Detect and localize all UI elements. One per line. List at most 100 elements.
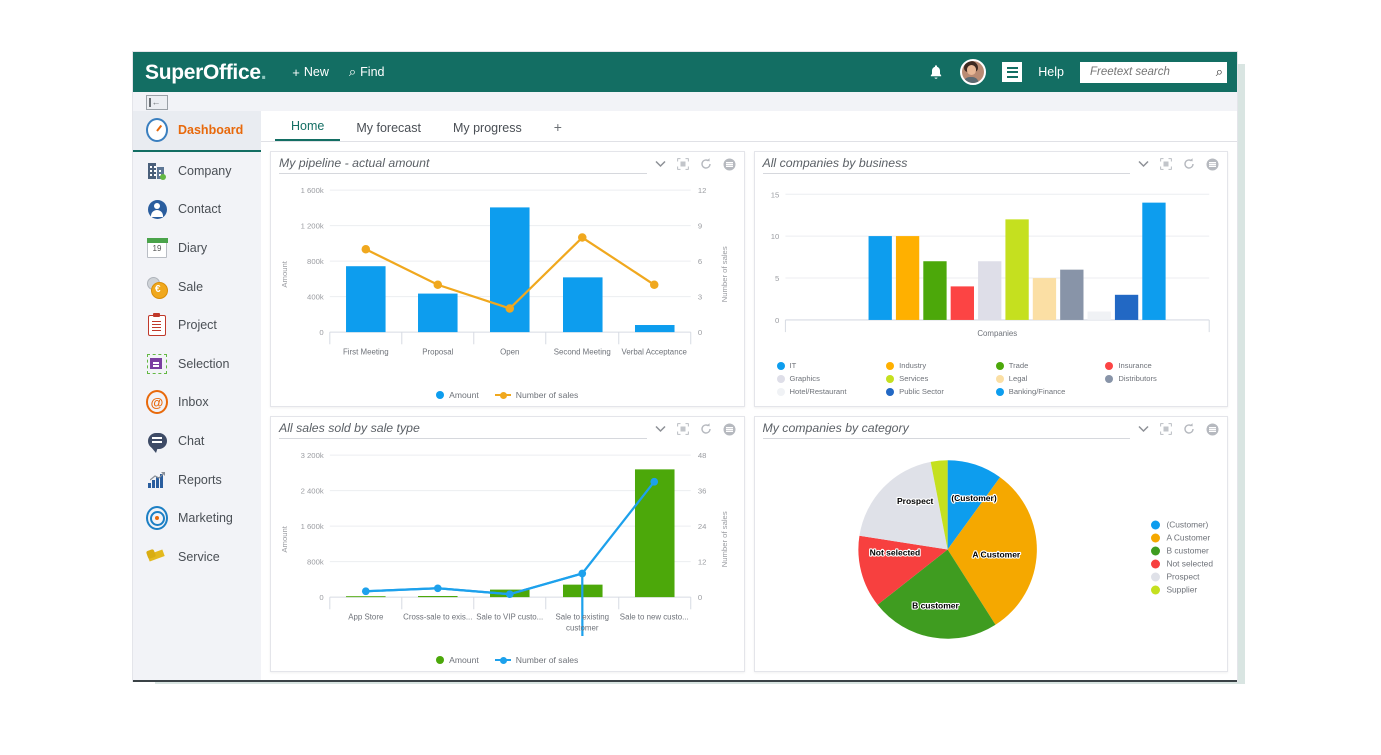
svg-text:2 400k: 2 400k <box>301 487 324 496</box>
legend-my-pipeline: Amount Number of sales <box>271 390 744 406</box>
legend-item-insurance[interactable]: Insurance <box>1105 360 1211 372</box>
notification-bell-icon[interactable] <box>928 64 944 80</box>
user-avatar[interactable] <box>960 59 986 85</box>
search-icon: ⌕ <box>349 64 356 80</box>
refresh-icon[interactable] <box>700 158 712 170</box>
tab-home[interactable]: Home <box>275 119 340 141</box>
panel-menu-icon[interactable] <box>1206 423 1219 436</box>
legend-swatch-public-sector <box>886 388 894 396</box>
company-building-icon <box>146 160 168 182</box>
search-input[interactable] <box>1088 65 1216 79</box>
legend-item-it[interactable]: IT <box>777 360 883 372</box>
legend-item-not-selected[interactable]: Not selected <box>1151 559 1213 569</box>
expand-fullscreen-icon[interactable] <box>1160 423 1172 435</box>
svg-text:9: 9 <box>698 222 702 231</box>
chevron-down-icon[interactable] <box>655 160 666 168</box>
service-ticket-icon <box>146 546 168 568</box>
legend-item-banking-finance[interactable]: Banking/Finance <box>996 386 1102 398</box>
help-link[interactable]: Help <box>1038 65 1064 79</box>
sidebar-item-dashboard[interactable]: Dashboard <box>133 111 261 152</box>
hamburger-menu-icon[interactable] <box>1002 62 1022 82</box>
sidebar-item-contact[interactable]: Contact <box>133 190 261 229</box>
legend-swatch-prospect <box>1151 572 1160 581</box>
chevron-down-icon[interactable] <box>655 425 666 433</box>
tab-add-new[interactable]: + <box>538 119 578 141</box>
legend-item-amount[interactable]: Amount <box>436 390 479 400</box>
superoffice-logo[interactable]: SuperOffice. <box>145 62 266 83</box>
sidebar-item-selection[interactable]: Selection <box>133 345 261 384</box>
legend-item-legal[interactable]: Legal <box>996 373 1102 385</box>
legend-item-prospect[interactable]: Prospect <box>1151 572 1213 582</box>
panel-menu-icon[interactable] <box>723 158 736 171</box>
pie-label-a-customer: A Customer <box>972 550 1021 560</box>
panel-title-all-companies-by-business[interactable]: All companies by business <box>763 156 1131 174</box>
svg-text:48: 48 <box>698 451 707 460</box>
tab-my-forecast[interactable]: My forecast <box>340 121 437 141</box>
panel-title-all-sales-sold-by-sale-type[interactable]: All sales sold by sale type <box>279 421 647 439</box>
legend-item-distributors[interactable]: Distributors <box>1105 373 1211 385</box>
legend-item-amount[interactable]: Amount <box>436 655 479 665</box>
sidebar-item-chat[interactable]: Chat <box>133 422 261 461</box>
legend-item-graphics[interactable]: Graphics <box>777 373 883 385</box>
legend-item-a-customer[interactable]: A Customer <box>1151 533 1213 543</box>
legend-item-industry[interactable]: Industry <box>886 360 992 372</box>
logo-dot: . <box>261 61 267 84</box>
legend-swatch-insurance <box>1105 362 1113 370</box>
panel-my-pipeline: My pipeline - actual amount <box>270 151 745 407</box>
freetext-search-box[interactable]: ⌕ <box>1080 62 1227 83</box>
sidebar-item-reports[interactable]: Reports <box>133 460 261 499</box>
new-button[interactable]: + New <box>292 65 329 80</box>
sidebar-item-marketing[interactable]: Marketing <box>133 499 261 538</box>
legend-item-public-sector[interactable]: Public Sector <box>886 386 992 398</box>
expand-fullscreen-icon[interactable] <box>1160 158 1172 170</box>
panel-menu-icon[interactable] <box>1206 158 1219 171</box>
legend-item-supplier[interactable]: Supplier <box>1151 585 1213 595</box>
pie-label-customer: (Customer) <box>951 493 997 503</box>
expand-fullscreen-icon[interactable] <box>677 158 689 170</box>
legend-swatch-industry <box>886 362 894 370</box>
legend-item-trade[interactable]: Trade <box>996 360 1102 372</box>
panel-body: 3 200k 2 400k 1 600k 800k 0 Amount 48 36… <box>271 443 744 655</box>
chevron-down-icon[interactable] <box>1138 425 1149 433</box>
refresh-icon[interactable] <box>1183 158 1195 170</box>
project-clipboard-icon <box>146 314 168 336</box>
legend-item-number-of-sales[interactable]: Number of sales <box>495 390 579 400</box>
sidebar-item-company[interactable]: Company <box>133 152 261 191</box>
marketing-target-icon <box>146 507 168 529</box>
panel-all-companies-by-business: All companies by business <box>754 151 1229 407</box>
legend-item-services[interactable]: Services <box>886 373 992 385</box>
tab-my-progress[interactable]: My progress <box>437 121 538 141</box>
sidebar-item-sale[interactable]: € Sale <box>133 267 261 306</box>
diary-calendar-icon: 19 <box>146 237 168 259</box>
legend-item-customer[interactable]: (Customer) <box>1151 520 1213 530</box>
sidebar-item-inbox[interactable]: @ Inbox <box>133 383 261 422</box>
chat-bubble-icon <box>146 430 168 452</box>
refresh-icon[interactable] <box>700 423 712 435</box>
svg-text:24: 24 <box>698 522 707 531</box>
collapse-panel-icon[interactable]: ← <box>146 95 168 110</box>
legend-item-hotel-restaurant[interactable]: Hotel/Restaurant <box>777 386 883 398</box>
panel-my-companies-by-category: My companies by category <box>754 416 1229 672</box>
pie-label-b-customer: B customer <box>912 600 959 610</box>
panel-title-my-pipeline[interactable]: My pipeline - actual amount <box>279 156 647 174</box>
legend-item-number-of-sales[interactable]: Number of sales <box>495 655 579 665</box>
sidebar-item-project[interactable]: Project <box>133 306 261 345</box>
find-button[interactable]: ⌕ Find <box>349 64 385 80</box>
sidebar-label-selection: Selection <box>178 357 229 371</box>
legend-label-amount: Amount <box>449 390 479 400</box>
dashboard-tab-bar: Home My forecast My progress + <box>261 111 1237 142</box>
sidebar-item-diary[interactable]: 19 Diary <box>133 229 261 268</box>
chevron-down-icon[interactable] <box>1138 160 1149 168</box>
refresh-icon[interactable] <box>1183 423 1195 435</box>
panel-menu-icon[interactable] <box>723 423 736 436</box>
logo-text: SuperOffice <box>145 61 261 84</box>
legend-item-b-customer[interactable]: B customer <box>1151 546 1213 556</box>
magnifier-icon[interactable]: ⌕ <box>1216 64 1223 80</box>
legend-label-industry: Industry <box>899 360 926 372</box>
sidebar-item-service[interactable]: Service <box>133 538 261 577</box>
panel-title-my-companies-by-category[interactable]: My companies by category <box>763 421 1131 439</box>
contact-person-icon <box>146 198 168 220</box>
legend-label-graphics: Graphics <box>790 373 820 385</box>
svg-text:Proposal: Proposal <box>422 347 453 356</box>
expand-fullscreen-icon[interactable] <box>677 423 689 435</box>
